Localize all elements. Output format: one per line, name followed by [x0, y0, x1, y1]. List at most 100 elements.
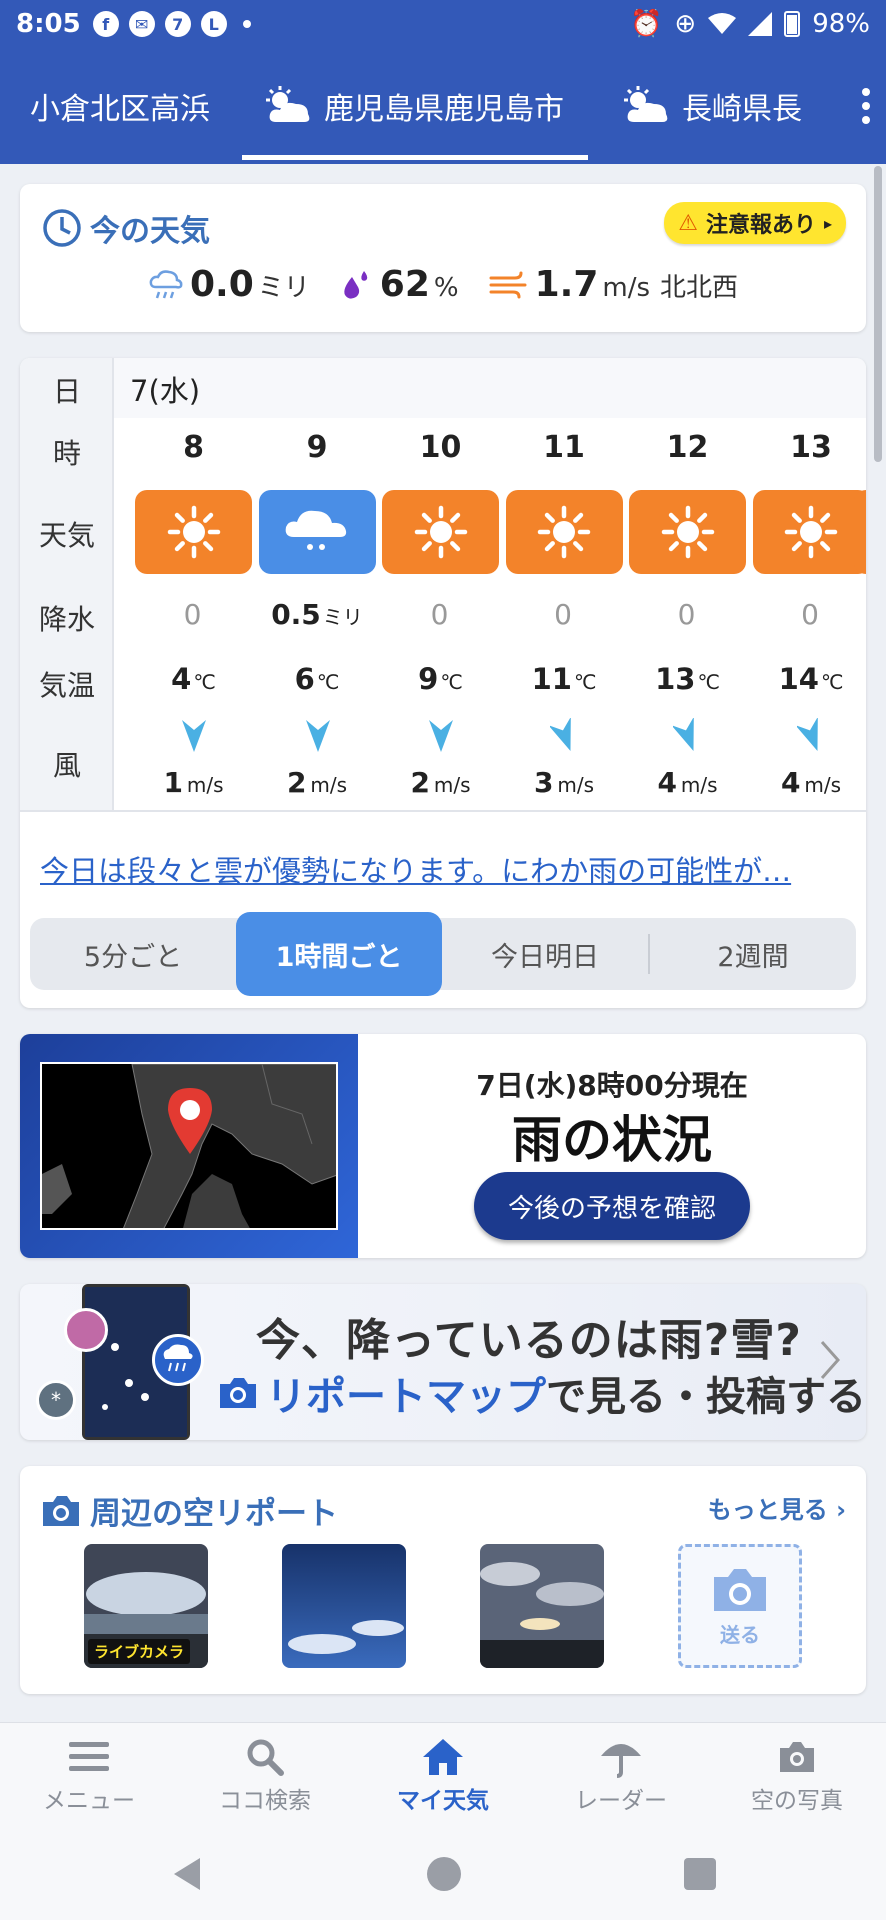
- status-time: 8:05: [16, 9, 81, 39]
- wifi-icon: [708, 13, 737, 34]
- hourly-forecast-card: 日 時 天気 降水 気温 風 7(水) 8 0 4 ℃ 1 m/s 9 0.5 ミリ 6 ℃ 2 m/s…: [20, 358, 866, 1008]
- chevron-right-icon: ▸: [823, 213, 832, 233]
- back-icon[interactable]: [170, 1856, 204, 1892]
- report-map-banner[interactable]: * 今、降っているのは雨?雪? リポートマップ で見る・投稿する: [20, 1284, 866, 1440]
- nav-search[interactable]: ココ検索: [190, 1733, 340, 1815]
- hour-column: 11 0 11 ℃ 3 m/s: [505, 358, 629, 810]
- promo-headline: 今、降っているのは雨?雪?: [256, 1315, 802, 1366]
- label-weather: 天気: [38, 519, 95, 552]
- hour-label: 11: [543, 430, 585, 465]
- forecast-summary-link[interactable]: 今日は段々と雲が優勢になります。にわか雨の可能性が…: [40, 848, 791, 890]
- label-day: 日: [52, 375, 81, 408]
- sun-icon: [382, 490, 499, 574]
- tab-2weeks[interactable]: 2週間: [650, 918, 856, 990]
- rain-radar-banner[interactable]: 7日(水)8時00分現在 雨の状況 今後の予想を確認: [20, 1034, 866, 1258]
- rain-icon: [258, 490, 376, 574]
- nav-sky-photos[interactable]: 空の写真: [722, 1733, 872, 1815]
- sky-photo-livecam[interactable]: ライブカメラ: [84, 1544, 208, 1668]
- sun-icon: [135, 490, 252, 574]
- hour-label: 8: [183, 430, 204, 465]
- wind-speed-value: 4 m/s: [780, 766, 842, 799]
- sky-report-more-link[interactable]: もっと見る ›: [708, 1490, 846, 1525]
- location-tabs: 小倉北区高浜 鹿児島県鹿児島市 長崎県長: [0, 48, 886, 164]
- nav-menu[interactable]: メニュー: [14, 1733, 164, 1815]
- forecast-check-button[interactable]: 今後の予想を確認: [474, 1172, 750, 1240]
- temp-value: 6 ℃: [294, 662, 340, 696]
- sun-icon: [505, 490, 623, 574]
- rain-report-icon: [152, 1334, 204, 1386]
- hour-column: 12 0 13 ℃ 4 m/s: [629, 358, 752, 810]
- sky-photo-3[interactable]: [480, 1544, 604, 1668]
- wind-direction-icon: [547, 716, 580, 754]
- tab-5min[interactable]: 5分ごと: [30, 918, 236, 990]
- send-photo-button[interactable]: 送る: [678, 1544, 802, 1668]
- notification-icons: f ✉ 7 L: [92, 11, 251, 37]
- label-precip: 降水: [38, 603, 95, 636]
- nav-my-weather[interactable]: マイ天気: [368, 1733, 518, 1815]
- wind-speed-value: 4 m/s: [657, 766, 718, 799]
- hour-column: 9 0.5 ミリ 6 ℃ 2 m/s: [258, 358, 382, 810]
- hour-column: 8 0 4 ℃ 1 m/s: [135, 358, 258, 810]
- sun-icon: [629, 490, 746, 574]
- wind-direction-icon: [426, 718, 456, 754]
- precip-value: 0.5 ミリ: [271, 598, 363, 631]
- hour-label: 13: [790, 430, 832, 465]
- tab-today-tomorrow[interactable]: 今日明日: [442, 918, 648, 990]
- current-precip: 0.0 ミリ: [148, 264, 310, 305]
- location-tab-kokurakita[interactable]: 小倉北区高浜: [30, 48, 210, 164]
- wind-icon: [489, 271, 527, 298]
- wind-direction-icon: [671, 716, 703, 754]
- tab-hourly[interactable]: 1時間ごと: [236, 912, 442, 996]
- camera-icon: [220, 1378, 256, 1408]
- snow-report-icon: [64, 1308, 108, 1352]
- radar-time: 7日(水)8時00分現在: [476, 1069, 748, 1102]
- temp-value: 13 ℃: [655, 662, 720, 696]
- chevron-right-icon: [820, 1341, 841, 1379]
- wind-speed-value: 2 m/s: [410, 766, 471, 799]
- location-tab-label: 長崎県長: [682, 92, 802, 127]
- temp-value: 4 ℃: [171, 662, 216, 696]
- seven-eleven-icon: 7: [164, 11, 191, 37]
- location-tab-kagoshima[interactable]: 鹿児島県鹿児島市: [242, 48, 588, 164]
- hour-column: 13 0 14 ℃ 4 m/s: [752, 358, 866, 810]
- bottom-navigation: メニュー ココ検索 マイ天気 レーダー 空の写真: [0, 1722, 886, 1828]
- hour-label: 12: [666, 430, 709, 465]
- more-options-button[interactable]: [862, 88, 870, 124]
- home-icon: [423, 1739, 463, 1775]
- alert-badge[interactable]: ⚠ 注意報あり ▸: [664, 202, 846, 244]
- precip-value: 0: [554, 598, 572, 631]
- sky-photo-2[interactable]: [282, 1544, 406, 1668]
- facebook-icon: f: [92, 11, 119, 37]
- nav-radar[interactable]: レーダー: [546, 1733, 696, 1815]
- search-icon: [247, 1739, 284, 1776]
- promo-subline: リポートマップ で見る・投稿する: [216, 1364, 866, 1422]
- scrollbar[interactable]: [874, 166, 882, 462]
- menu-icon: [69, 1742, 109, 1771]
- radar-title: 雨の状況: [512, 1111, 712, 1169]
- status-bar: 8:05 f ✉ 7 L ⏰ ⊕ 98%: [0, 0, 886, 48]
- current-wind: 1.7 m/s 北北西: [489, 264, 738, 305]
- wind-speed-value: 3 m/s: [533, 766, 595, 799]
- location-tab-label: 小倉北区高浜: [30, 92, 210, 127]
- location-tab-nagasaki[interactable]: 長崎県長: [622, 48, 802, 164]
- forecast-label-column: [20, 358, 114, 810]
- system-navigation-bar: [0, 1828, 886, 1920]
- label-wind: 風: [52, 749, 81, 782]
- messenger-icon: ✉: [128, 11, 155, 37]
- current-weather-card[interactable]: 今の天気 ⚠ 注意報あり ▸ 0.0 ミリ 62 % 1.7 m/s 北北西: [20, 184, 866, 332]
- umbrella-icon: [601, 1744, 641, 1778]
- temp-value: 11 ℃: [531, 662, 597, 696]
- cloud-sun-icon: [266, 86, 310, 122]
- forecast-interval-tabs: 5分ごと 1時間ごと 今日明日 2週間: [30, 912, 856, 996]
- current-weather-title: 今の天気: [42, 206, 210, 250]
- more-notifications-icon: [242, 20, 251, 28]
- home-circle-icon[interactable]: [426, 1856, 462, 1892]
- rain-cloud-icon: [149, 269, 183, 298]
- cloud-sun-icon: [624, 86, 668, 122]
- sun-icon: [752, 490, 866, 574]
- chevron-right-icon: ›: [836, 1496, 846, 1524]
- wind-direction-icon: [303, 718, 333, 754]
- signal-icon: [748, 12, 773, 36]
- recents-icon[interactable]: [684, 1858, 716, 1890]
- label-hour: 時: [52, 437, 81, 470]
